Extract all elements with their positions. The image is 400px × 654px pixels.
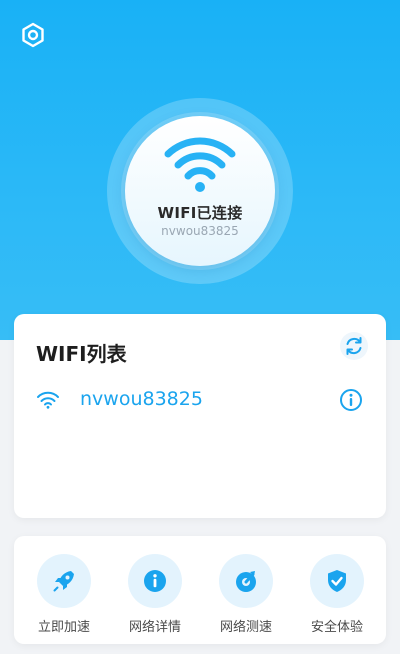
speed-up-button[interactable]: 立即加速 [24,552,104,638]
rocket-icon-bg [37,554,91,608]
wifi-list-title: WIFI列表 [36,342,127,366]
speed-test-label: 网络测速 [219,620,272,635]
rocket-icon [53,571,74,592]
speedometer-icon [236,571,256,592]
network-details-button[interactable]: 网络详情 [115,552,195,638]
info-icon-bg [128,554,182,608]
network-details-label: 网络详情 [128,620,181,635]
refresh-button[interactable] [340,332,368,360]
info-icon [144,570,166,592]
quick-actions-card: 立即加速 网络详情 网络测速 安全体验 [14,536,386,644]
wifi-icon [37,391,59,409]
wifi-list-item-ssid: nvwou83825 [80,388,203,410]
speed-test-button[interactable]: 网络测速 [206,552,286,638]
security-check-label: 安全体验 [310,620,363,635]
connection-status-circle[interactable]: WIFI已连接 nvwou83825 [125,116,275,266]
shield-check-icon [328,570,346,592]
security-check-button[interactable]: 安全体验 [297,552,377,638]
refresh-icon [346,337,362,355]
connected-ssid: nvwou83825 [161,224,239,238]
info-icon[interactable] [338,387,364,413]
wifi-list-card: WIFI列表 nvwou83825 [14,314,386,518]
shield-icon-bg [310,554,364,608]
settings-button[interactable] [18,20,48,50]
wifi-list-item[interactable]: nvwou83825 [14,382,386,418]
hero-header: WIFI已连接 nvwou83825 [0,0,400,340]
connection-status-text: WIFI已连接 [157,204,243,222]
speed-up-label: 立即加速 [37,620,90,635]
settings-icon [22,22,44,48]
wifi-icon [164,137,236,192]
speedometer-icon-bg [219,554,273,608]
